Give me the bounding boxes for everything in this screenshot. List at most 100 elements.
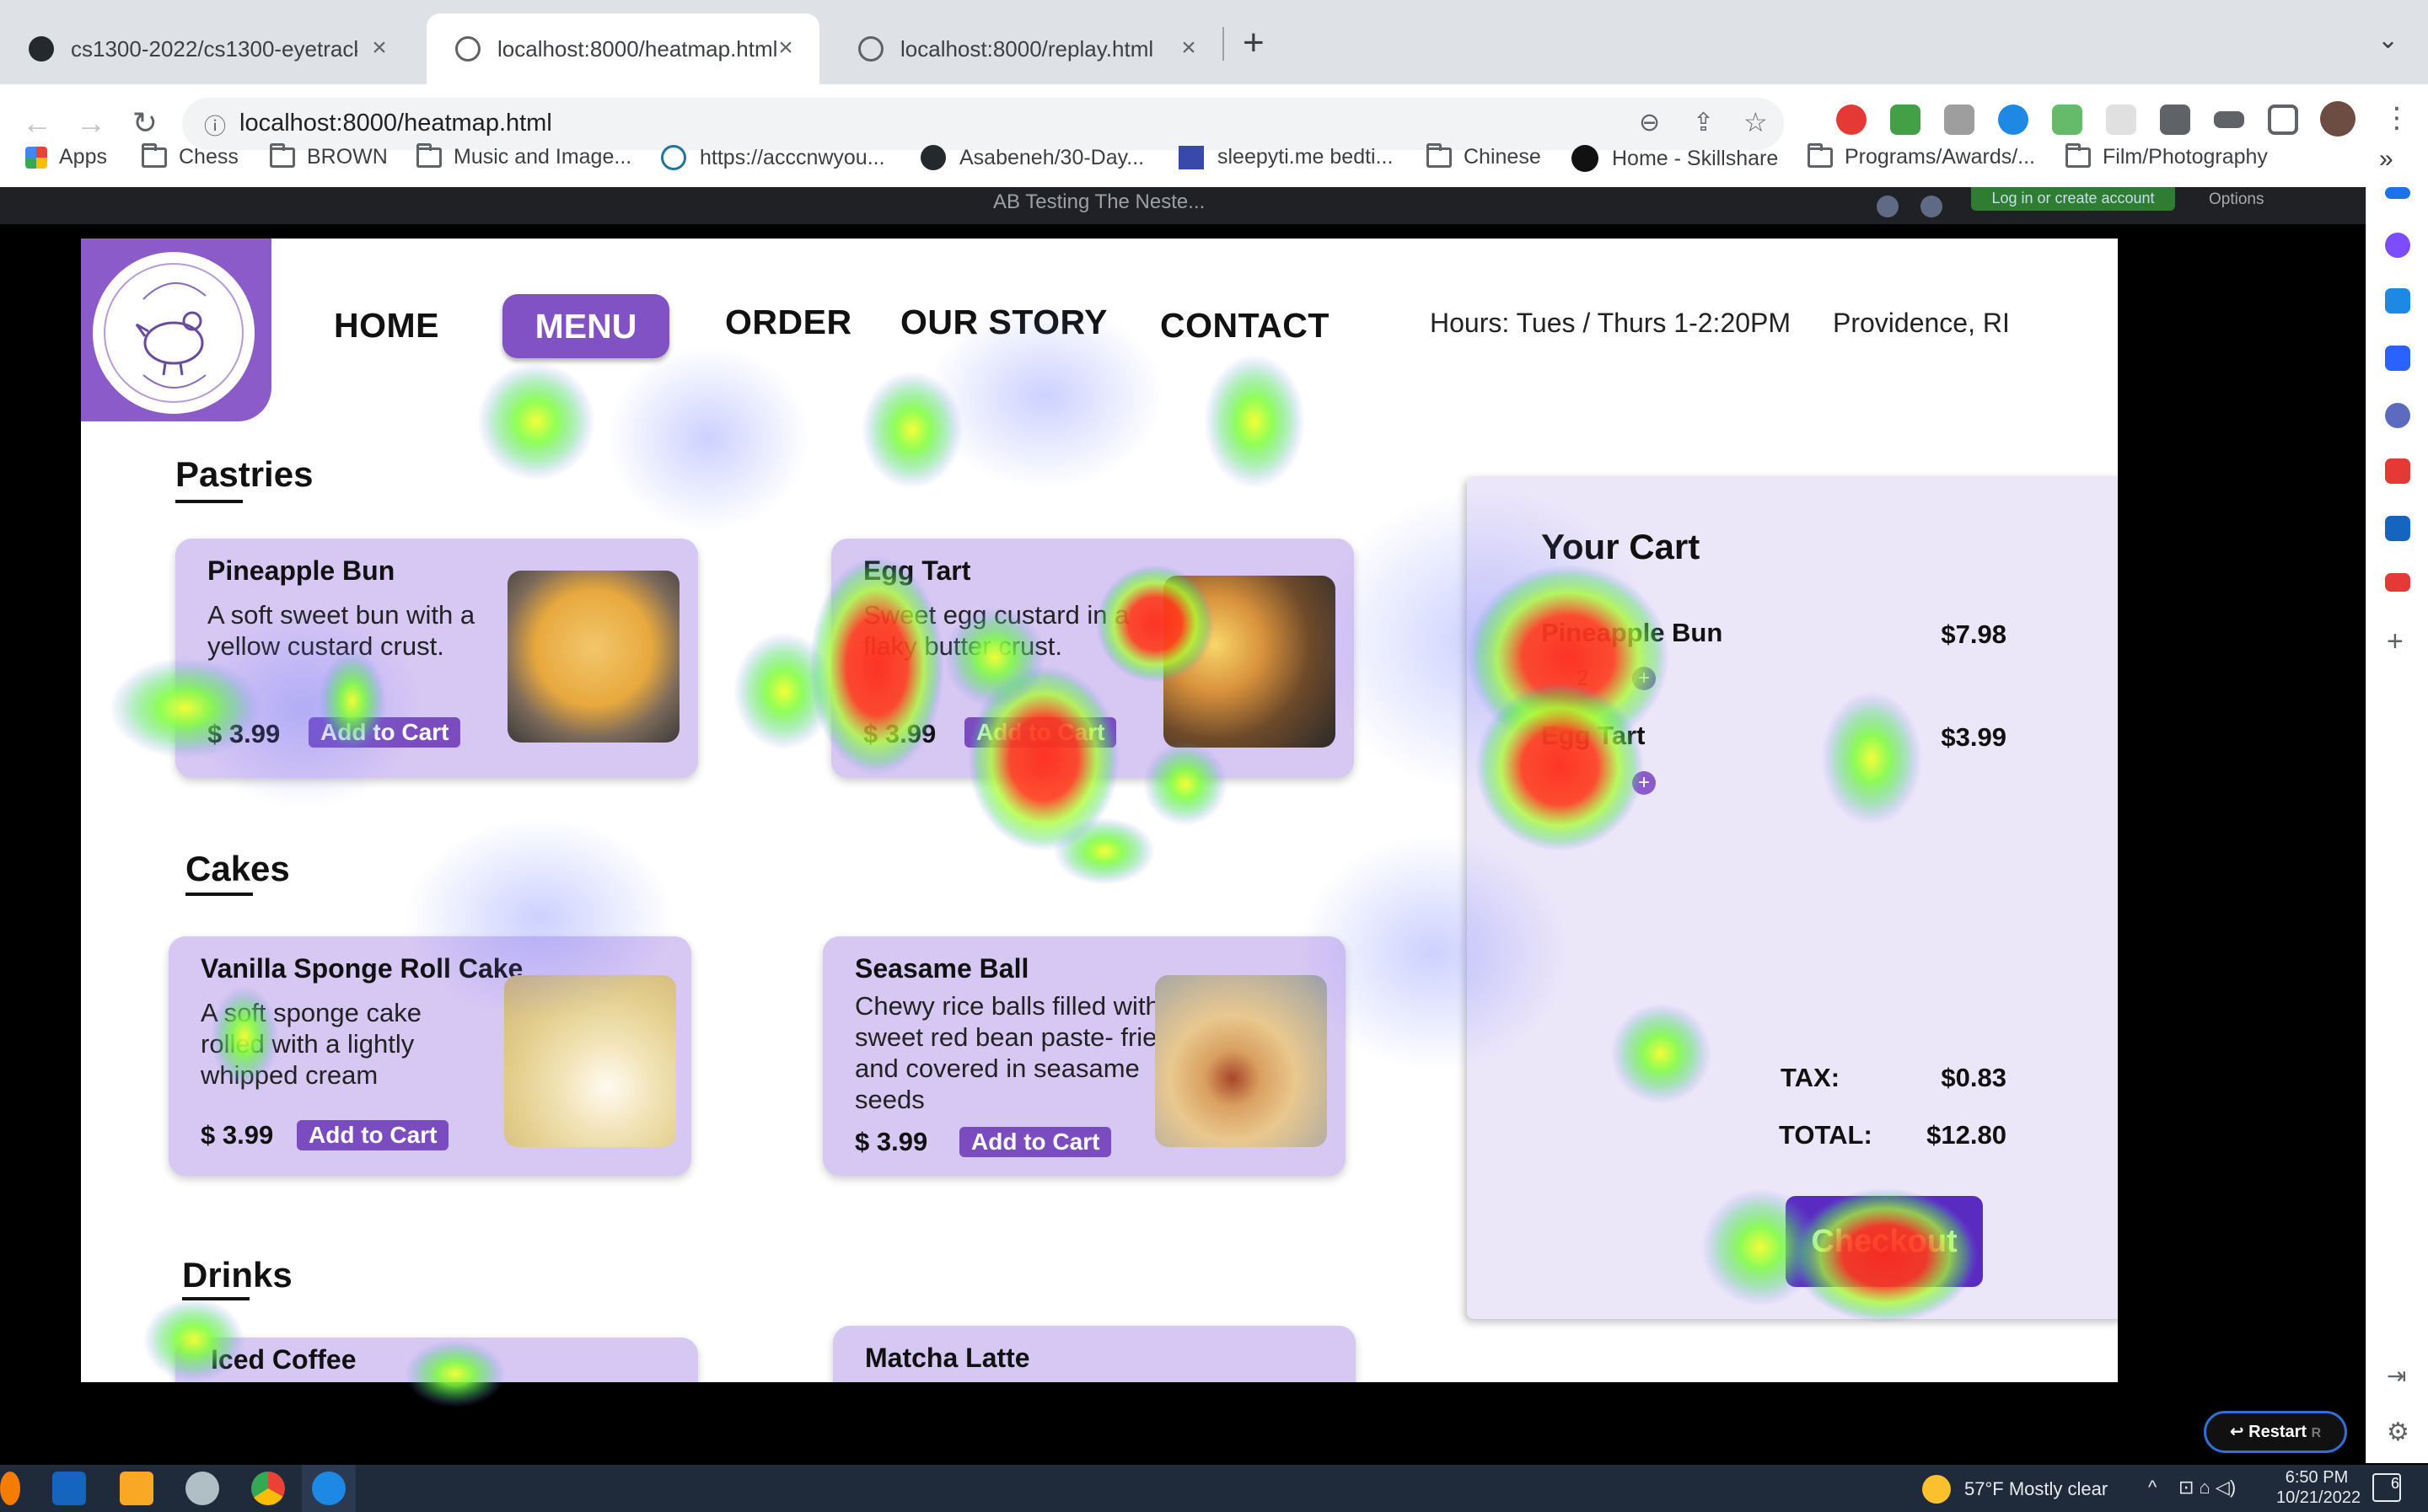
tab-search-chevron-icon[interactable]: ⌄ — [2377, 25, 2398, 55]
total-label: TOTAL: — [1779, 1120, 1872, 1150]
search-icon[interactable] — [2385, 187, 2410, 199]
close-tab-icon[interactable]: × — [364, 34, 395, 64]
close-tab-icon[interactable]: × — [771, 34, 801, 64]
address-bar[interactable]: ⓘ localhost:8000/heatmap.html ☆ ⊖ ⇪ — [182, 98, 1784, 150]
skillshare-icon — [1571, 145, 1598, 172]
cart-item-name: Pineapple Bun — [1541, 618, 1723, 647]
nav-contact[interactable]: CONTACT — [1160, 306, 1329, 346]
side-panel-icon[interactable] — [2268, 105, 2298, 135]
office-icon[interactable] — [2385, 458, 2410, 484]
tab-replay[interactable]: localhost:8000/replay.html × — [830, 13, 1222, 84]
bookmark-apps[interactable]: Apps — [25, 145, 107, 169]
youtube-icon[interactable] — [2385, 573, 2410, 592]
add-to-cart-button[interactable]: Add to Cart — [964, 717, 1117, 748]
close-tab-icon[interactable]: × — [1174, 34, 1204, 64]
puzzle-extensions-icon[interactable] — [2160, 105, 2190, 135]
bookmark-film[interactable]: Film/Photography — [2065, 142, 2268, 169]
extension-icon[interactable] — [2106, 105, 2136, 135]
more-menu-icon[interactable]: ⋮ — [2382, 101, 2411, 135]
nav-our-story[interactable]: OUR STORY — [900, 303, 1108, 342]
extension-icon[interactable] — [1944, 105, 1974, 135]
bookmarks-overflow-button[interactable]: » — [2379, 145, 2393, 174]
bakery-logo[interactable] — [81, 239, 271, 421]
site-info-icon[interactable]: ⓘ — [204, 110, 226, 141]
file-explorer-icon[interactable] — [120, 1472, 153, 1505]
weather-text[interactable]: 57°F Mostly clear — [1964, 1478, 2108, 1500]
zoom-icon[interactable]: ⊖ — [1639, 108, 1660, 137]
notification-count: 6 — [2390, 1475, 2399, 1492]
media-control-icon[interactable] — [2214, 111, 2244, 128]
bookmark-music[interactable]: Music and Image... — [416, 142, 631, 169]
increase-quantity-button[interactable]: + — [1632, 771, 1656, 795]
product-card-matcha-latte: Matcha Latte — [833, 1326, 1356, 1382]
login-button[interactable]: Log in or create account — [1971, 187, 2175, 211]
product-description: A soft sweet bun with a yellow custard c… — [207, 600, 475, 661]
tab-title: localhost:8000/replay.html — [900, 35, 1154, 62]
cart-panel: Your Cart Pineapple Bun $7.98 2 + Egg Ta… — [1467, 476, 2118, 1319]
briefcase-icon[interactable] — [2385, 346, 2410, 371]
bookmark-brown[interactable]: BROWN — [270, 142, 388, 169]
tag-icon[interactable] — [2385, 288, 2410, 314]
bookmark-programs[interactable]: Programs/Awards/... — [1808, 142, 2035, 169]
notification-center-icon[interactable]: 6 — [2372, 1473, 2401, 1502]
nav-home[interactable]: HOME — [334, 306, 439, 346]
bookmark-wordpress[interactable]: https://acccnwyou... — [661, 145, 885, 170]
reload-button[interactable]: ↻ — [121, 99, 169, 147]
tray-icons[interactable]: ⊡ ⌂ ◁) — [2178, 1477, 2236, 1499]
checkout-button[interactable]: Checkout — [1786, 1196, 1983, 1287]
bookmark-github[interactable]: Asabeneh/30-Day... — [921, 145, 1144, 170]
extension-icon[interactable] — [1998, 105, 2028, 135]
add-icon[interactable]: + — [2387, 625, 2404, 658]
profile-avatar[interactable] — [2320, 101, 2355, 137]
cart-item-amount: $3.99 — [1941, 722, 2006, 752]
people-icon[interactable] — [2385, 403, 2410, 428]
extension-icon[interactable] — [1890, 105, 1920, 135]
tab-heatmap[interactable]: localhost:8000/heatmap.html × — [427, 13, 819, 84]
undo-icon: ↩ — [2229, 1423, 2249, 1441]
extension-icon[interactable] — [2052, 105, 2082, 135]
restart-button[interactable]: ↩ Restart R — [2204, 1411, 2347, 1453]
tab-github[interactable]: cs1300-2022/cs1300-eyetrack × — [0, 13, 413, 84]
location: Providence, RI — [1833, 308, 2010, 338]
bookmark-sleepytime[interactable]: sleepyti.me bedti... — [1179, 145, 1393, 169]
add-to-cart-button[interactable]: Add to Cart — [309, 717, 461, 748]
paint-icon[interactable] — [185, 1472, 219, 1505]
business-hours: Hours: Tues / Thurs 1-2:20PM — [1430, 308, 1791, 338]
bookmark-chess[interactable]: Chess — [142, 142, 239, 169]
cart-item-quantity: 2 — [1577, 665, 1589, 690]
powershell-icon[interactable] — [52, 1472, 86, 1505]
bookmark-star-icon[interactable]: ☆ — [1743, 106, 1768, 138]
cart-title: Your Cart — [1541, 527, 1700, 566]
adblock-extension-icon[interactable] — [1836, 105, 1867, 135]
tab-title: cs1300-2022/cs1300-eyetrack — [71, 35, 357, 62]
back-button[interactable]: ← — [13, 99, 61, 147]
options-dropdown[interactable]: Options — [2209, 190, 2264, 209]
bookmark-chinese[interactable]: Chinese — [1426, 142, 1541, 169]
settings-gear-icon[interactable]: ⚙ — [2387, 1418, 2409, 1447]
tab-strip: cs1300-2022/cs1300-eyetrack × localhost:… — [0, 0, 2428, 84]
add-to-cart-button[interactable]: Add to Cart — [959, 1127, 1112, 1157]
heading-underline — [175, 500, 243, 503]
forward-button[interactable]: → — [67, 99, 115, 147]
product-name: Matcha Latte — [865, 1343, 1030, 1373]
collapse-panel-icon[interactable]: ⇥ — [2387, 1362, 2406, 1390]
bookmark-skillshare[interactable]: Home - Skillshare — [1571, 145, 1778, 172]
share-icon[interactable]: ⇪ — [1693, 108, 1714, 137]
clock-date[interactable]: 10/21/2022 — [2276, 1488, 2361, 1508]
chrome-icon[interactable] — [251, 1472, 285, 1505]
outlook-icon[interactable] — [2385, 516, 2410, 541]
sleepytime-icon — [1179, 145, 1204, 169]
url-text: localhost:8000/heatmap.html — [239, 110, 552, 137]
heading-underline — [182, 1297, 250, 1300]
increase-quantity-button[interactable]: + — [1632, 667, 1656, 690]
tray-chevron-icon[interactable]: ^ — [2148, 1477, 2157, 1499]
clock-time[interactable]: 6:50 PM — [2276, 1468, 2357, 1488]
sparkle-icon[interactable] — [2385, 233, 2410, 258]
nav-order[interactable]: ORDER — [725, 303, 852, 342]
add-to-cart-button[interactable]: Add to Cart — [297, 1120, 449, 1150]
new-tab-button[interactable]: + — [1243, 22, 1265, 64]
app-icon[interactable] — [0, 1472, 20, 1505]
edge-taskbar-item[interactable] — [302, 1465, 356, 1512]
logo-hen-icon — [104, 263, 244, 403]
nav-menu[interactable]: MENU — [502, 294, 669, 358]
